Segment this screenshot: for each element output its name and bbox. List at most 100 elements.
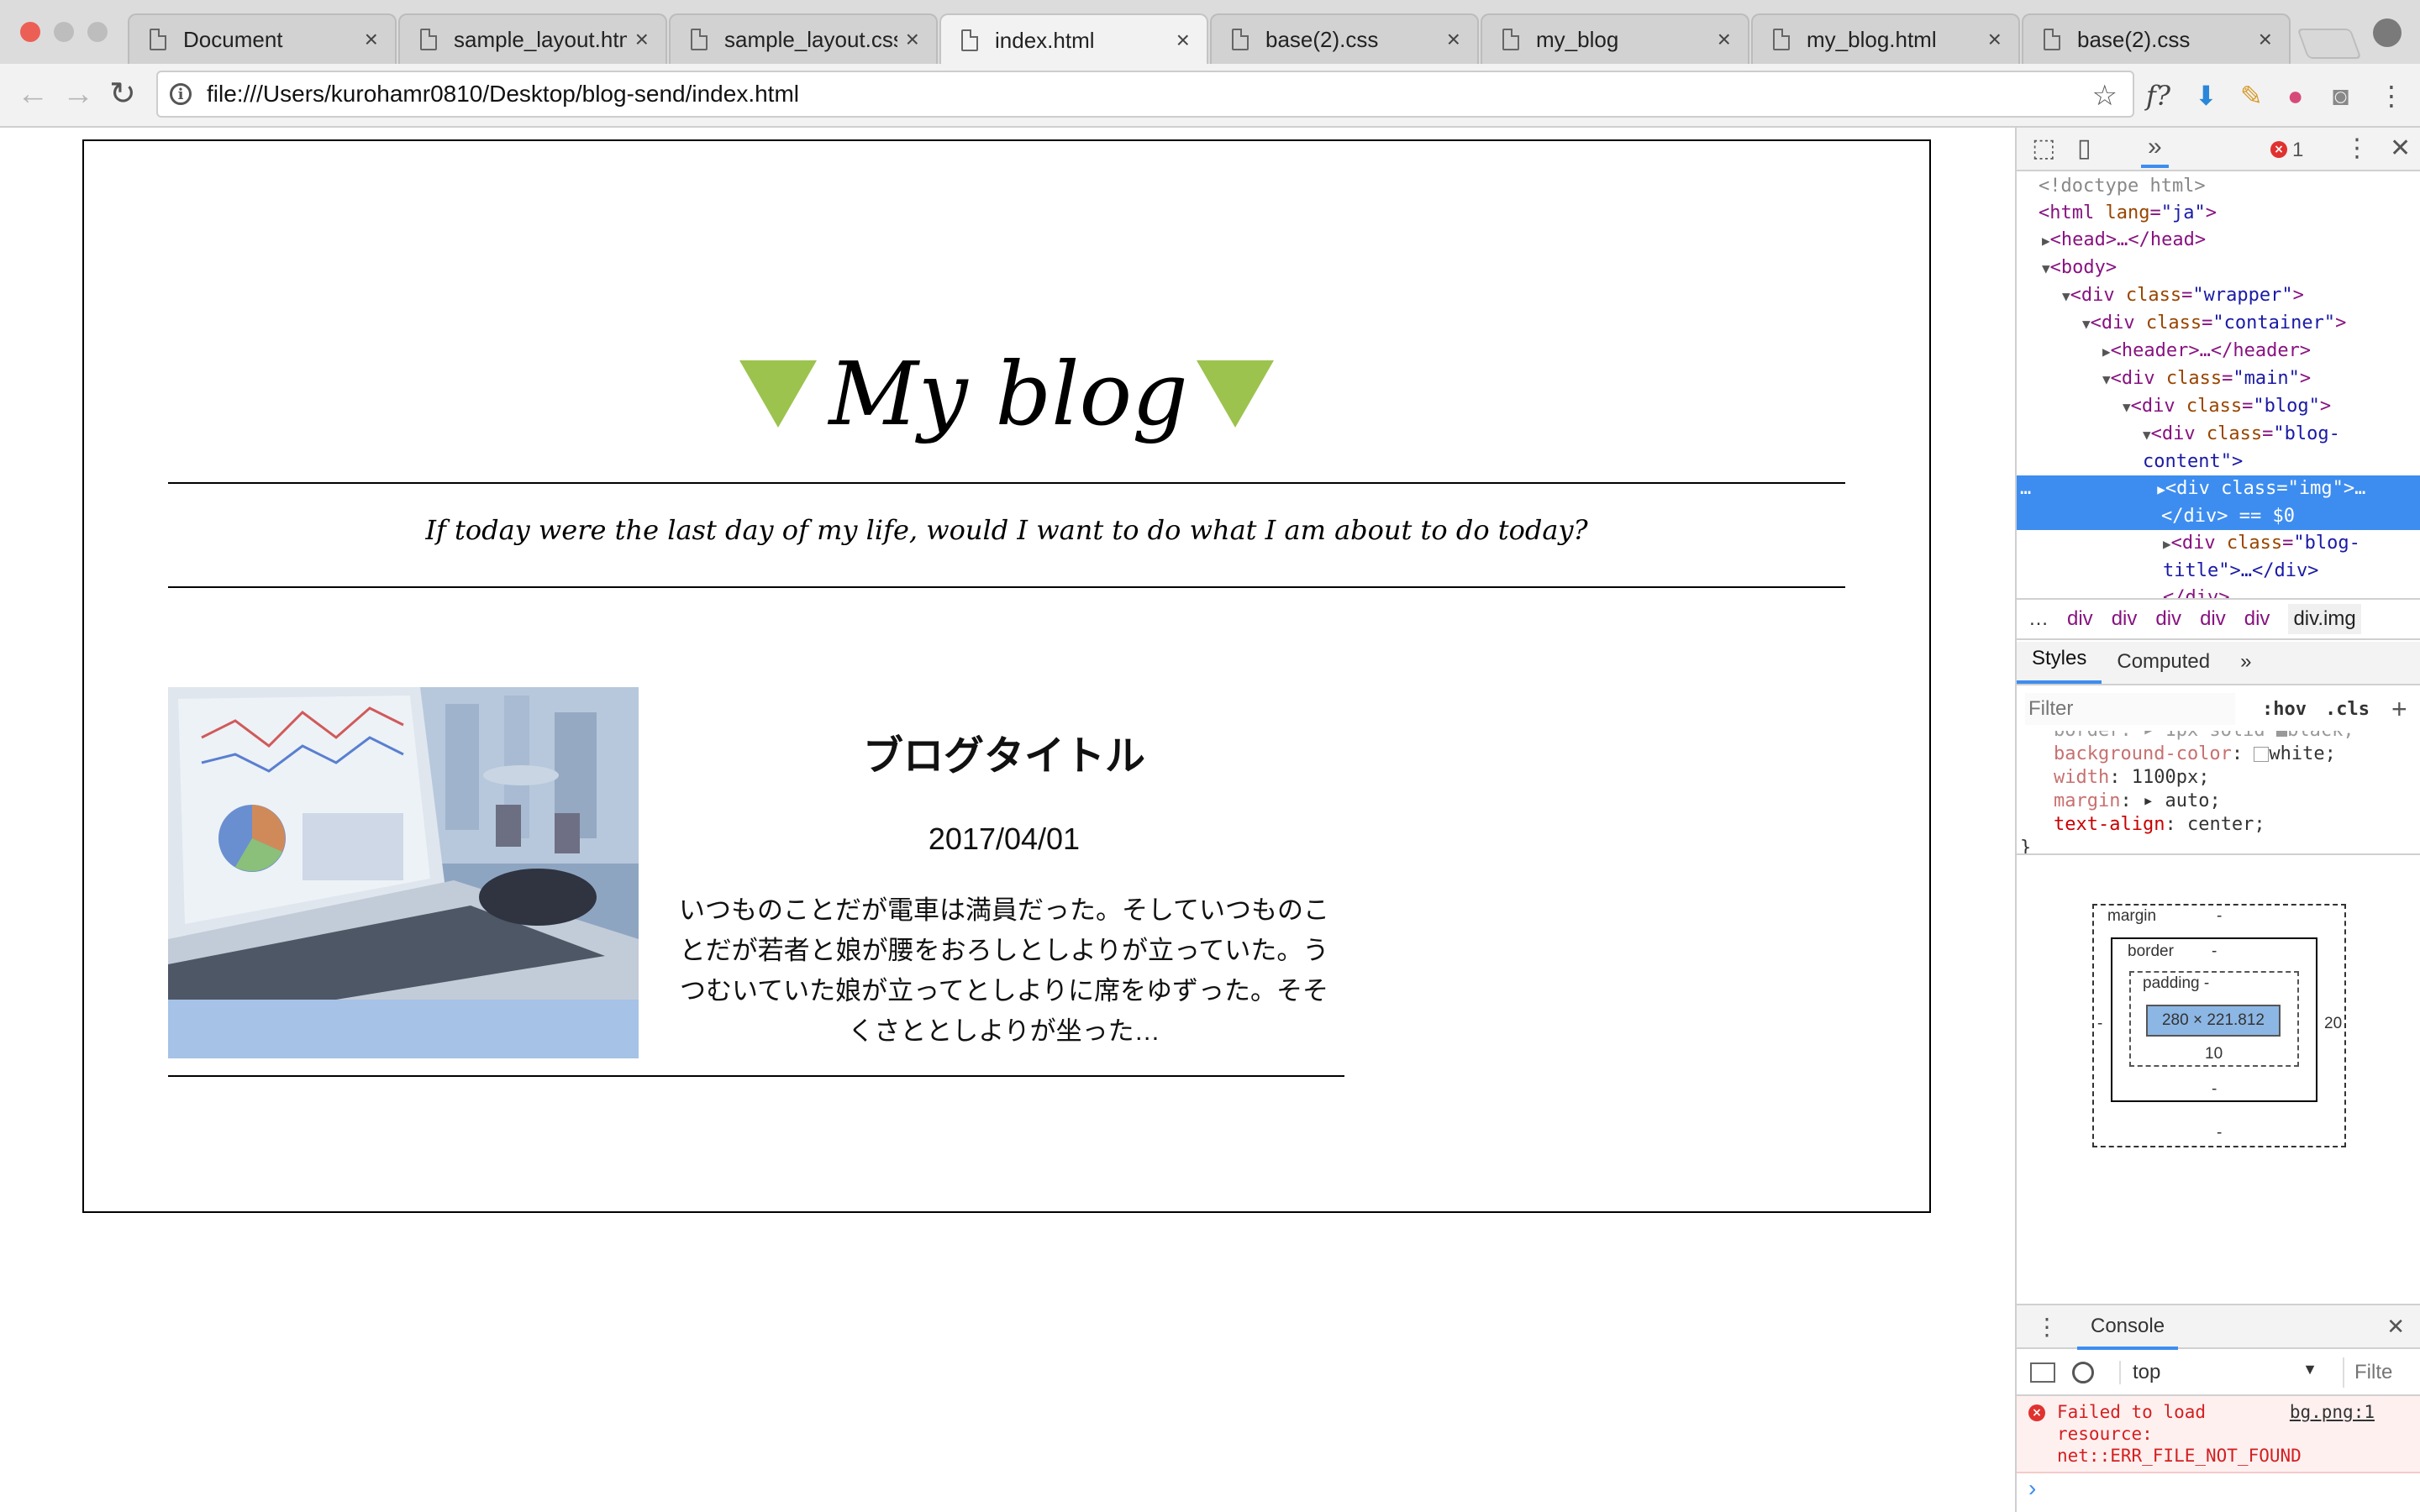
- more-tabs-icon[interactable]: »: [2225, 650, 2266, 684]
- tree-main[interactable]: ▼<div class="main">: [2017, 365, 2420, 393]
- devtools-close-icon[interactable]: ✕: [2390, 136, 2411, 161]
- reload-button[interactable]: ↻: [109, 77, 136, 111]
- close-icon[interactable]: ×: [1718, 26, 1731, 53]
- tab-document[interactable]: Document ×: [128, 13, 397, 64]
- clear-console-icon[interactable]: [2072, 1362, 2094, 1383]
- tab-base2-css[interactable]: base(2).css ×: [1210, 13, 1479, 64]
- tree-blog[interactable]: ▼<div class="blog">: [2017, 393, 2420, 421]
- browser-menu-icon[interactable]: ⋮: [2378, 79, 2405, 113]
- tree-head[interactable]: ▶<head>…</head>: [2017, 227, 2420, 255]
- tab-computed[interactable]: Computed: [2102, 650, 2225, 684]
- breadcrumb-current[interactable]: div.img: [2288, 604, 2361, 634]
- device-toolbar-icon[interactable]: ▯: [2077, 136, 2091, 161]
- download-extension-icon[interactable]: ⬇: [2195, 79, 2217, 113]
- expand-caret-icon[interactable]: ▶: [2157, 481, 2165, 497]
- blog-logo[interactable]: My blog: [739, 343, 1274, 445]
- tab-styles[interactable]: Styles: [2017, 647, 2102, 684]
- color-picker-extension-icon[interactable]: ●: [2287, 79, 2303, 113]
- ellipsis-icon[interactable]: …: [2020, 478, 2031, 499]
- error-source-link[interactable]: bg.png:1: [2290, 1401, 2375, 1423]
- tree-blog-content[interactable]: ▼<div class="blog-: [2017, 421, 2420, 449]
- close-icon[interactable]: ×: [1176, 27, 1190, 54]
- console-prompt-icon[interactable]: ›: [2028, 1475, 2036, 1502]
- tree-blog-title-cont[interactable]: title">…</div>: [2017, 558, 2420, 585]
- hov-toggle[interactable]: :hov: [2262, 699, 2307, 720]
- tab-sample-layout-html[interactable]: sample_layout.html ×: [398, 13, 667, 64]
- color-swatch-icon[interactable]: [2254, 747, 2270, 762]
- css-declaration[interactable]: margin: ▸ auto;: [2054, 790, 2420, 813]
- fx-extension-icon[interactable]: f?: [2146, 79, 2170, 113]
- tab-index-html[interactable]: index.html ×: [939, 13, 1208, 66]
- tree-img-selected[interactable]: … ▶<div class="img">…: [2017, 475, 2420, 503]
- tree-blog-title[interactable]: ▶<div class="blog-: [2017, 530, 2420, 558]
- css-declaration[interactable]: background-color: white;: [2054, 743, 2420, 766]
- cls-toggle[interactable]: .cls: [2325, 699, 2370, 720]
- tree-blog-content-cont[interactable]: content">: [2017, 449, 2420, 475]
- tree-img-selected-close[interactable]: </div> == $0: [2017, 503, 2420, 530]
- blog-post-title[interactable]: ブログタイトル: [664, 722, 1344, 781]
- collapse-caret-icon[interactable]: ▼: [2062, 288, 2070, 304]
- more-panels-icon[interactable]: »: [2141, 134, 2169, 168]
- new-tab-button[interactable]: [2296, 29, 2362, 59]
- minimize-window-button[interactable]: [54, 22, 74, 42]
- css-declaration[interactable]: text-align: center;: [2054, 813, 2420, 837]
- blog-thumbnail[interactable]: [168, 687, 639, 1058]
- console-tab[interactable]: Console: [2077, 1315, 2179, 1350]
- elements-tree[interactable]: <!doctype html> <html lang="ja"> ▶<head>…: [2017, 173, 2420, 633]
- css-rule-list[interactable]: border: ▸ 1px solid ■black; background-c…: [2017, 731, 2420, 855]
- error-count[interactable]: 1: [2292, 138, 2303, 163]
- breadcrumb-item[interactable]: div: [2244, 607, 2270, 631]
- inspect-element-icon[interactable]: ⬚: [2032, 136, 2055, 161]
- camera-extension-icon[interactable]: ◙: [2333, 79, 2349, 113]
- tab-sample-layout-css[interactable]: sample_layout.css ×: [669, 13, 938, 64]
- console-error-message[interactable]: × Failed to load resource: net::ERR_FILE…: [2017, 1396, 2420, 1473]
- pen-extension-icon[interactable]: ✎: [2240, 79, 2263, 113]
- devtools-menu-icon[interactable]: ⋮: [2344, 136, 2370, 161]
- tree-html[interactable]: <html lang="ja">: [2017, 200, 2420, 227]
- styles-filter-input[interactable]: [2025, 693, 2235, 725]
- breadcrumb-item[interactable]: div: [2200, 607, 2226, 631]
- tab-base2-css-2[interactable]: base(2).css ×: [2022, 13, 2291, 64]
- close-window-button[interactable]: [20, 22, 40, 42]
- sidebar-toggle-icon[interactable]: [2030, 1362, 2055, 1383]
- expand-caret-icon[interactable]: ▶: [2163, 536, 2171, 552]
- blog-post[interactable]: ブログタイトル 2017/04/01 いつものことだが電車は満員だった。そしてい…: [168, 687, 1344, 1079]
- tree-wrapper[interactable]: ▼<div class="wrapper">: [2017, 282, 2420, 310]
- close-icon[interactable]: ×: [1447, 26, 1460, 53]
- tree-header[interactable]: ▶<header>…</header>: [2017, 338, 2420, 365]
- add-rule-button[interactable]: +: [2391, 694, 2407, 725]
- console-filter-input[interactable]: [2343, 1357, 2393, 1388]
- bookmark-star-icon[interactable]: ☆: [2092, 79, 2118, 113]
- drawer-menu-icon[interactable]: ⋮: [2035, 1313, 2059, 1341]
- collapse-caret-icon[interactable]: ▼: [2123, 399, 2131, 415]
- close-icon[interactable]: ×: [906, 26, 919, 53]
- collapse-caret-icon[interactable]: ▼: [2102, 371, 2111, 387]
- error-icon[interactable]: ×: [2270, 141, 2287, 158]
- breadcrumb-item[interactable]: div: [2112, 607, 2138, 631]
- info-icon[interactable]: i: [170, 83, 192, 105]
- breadcrumb-ellipsis[interactable]: …: [2028, 607, 2049, 631]
- close-icon[interactable]: ×: [635, 26, 649, 53]
- maximize-window-button[interactable]: [87, 22, 108, 42]
- back-button[interactable]: ←: [17, 77, 49, 111]
- collapse-caret-icon[interactable]: ▼: [2143, 427, 2151, 443]
- breadcrumb-item[interactable]: div: [2155, 607, 2181, 631]
- expand-caret-icon[interactable]: ▶: [2042, 233, 2050, 249]
- close-icon[interactable]: ×: [365, 26, 378, 53]
- tree-body[interactable]: ▼<body>: [2017, 255, 2420, 282]
- drawer-close-icon[interactable]: ✕: [2386, 1314, 2405, 1340]
- tab-my-blog[interactable]: my_blog ×: [1481, 13, 1749, 64]
- css-declaration[interactable]: width: 1100px;: [2054, 766, 2420, 790]
- tree-container[interactable]: ▼<div class="container">: [2017, 310, 2420, 338]
- context-selector[interactable]: top ▼: [2119, 1361, 2329, 1384]
- close-icon[interactable]: ×: [2259, 26, 2272, 53]
- collapse-caret-icon[interactable]: ▼: [2082, 316, 2091, 332]
- profile-icon[interactable]: [2373, 18, 2402, 47]
- expand-caret-icon[interactable]: ▶: [2102, 344, 2111, 360]
- address-bar[interactable]: i file:///Users/kurohamr0810/Desktop/blo…: [156, 71, 2134, 118]
- tab-my-blog-html[interactable]: my_blog.html ×: [1751, 13, 2020, 64]
- collapse-caret-icon[interactable]: ▼: [2042, 260, 2050, 276]
- box-model-diagram[interactable]: margin - - 20 - border - - padding - 280…: [2092, 904, 2346, 1147]
- tree-doctype[interactable]: <!doctype html>: [2017, 173, 2420, 200]
- forward-button[interactable]: →: [62, 77, 94, 111]
